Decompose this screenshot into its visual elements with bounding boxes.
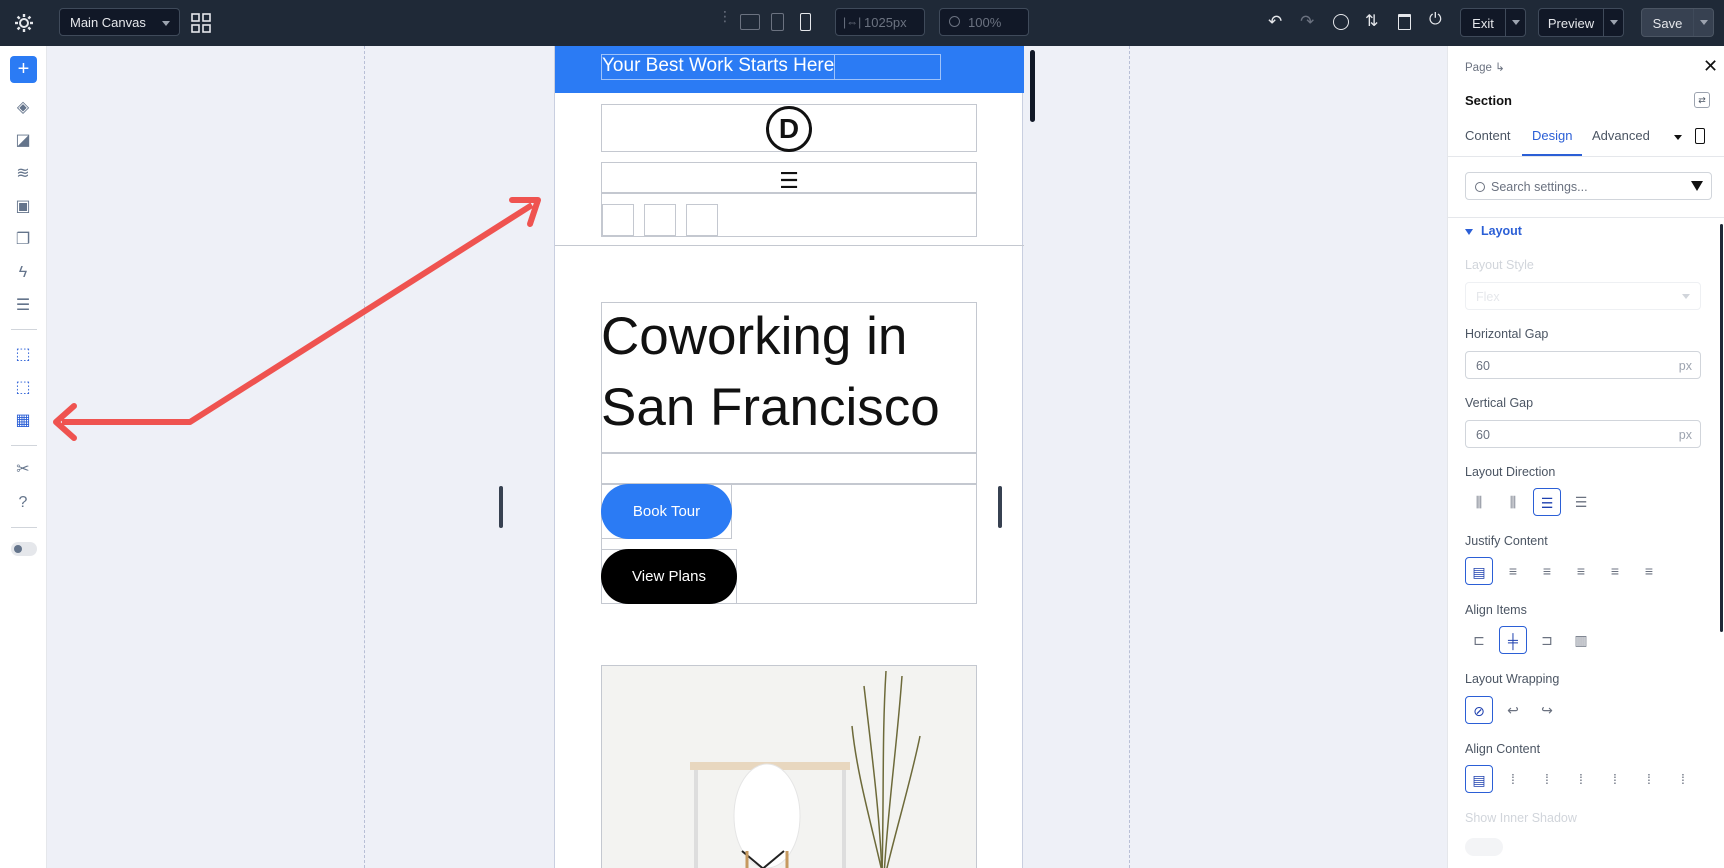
layout-direction-label: Layout Direction [1465,465,1556,479]
align-content-stretch-icon[interactable]: ⁞ [1669,765,1697,793]
layout-wrapping-label: Layout Wrapping [1465,672,1560,686]
panel-options-icon[interactable]: ⇄ [1694,92,1710,108]
justify-evenly-icon[interactable]: ≡ [1635,557,1663,585]
layout-style-value: Flex [1476,290,1500,304]
justify-content-label: Justify Content [1465,534,1548,548]
horizontal-gap-label: Horizontal Gap [1465,327,1549,341]
search-placeholder: Search settings... [1491,180,1588,194]
mobile-preview-icon[interactable] [1695,128,1705,144]
wrap-reverse-icon[interactable]: ↪ [1533,696,1561,724]
group-collapse-icon[interactable] [1465,229,1473,235]
tabs-divider [1448,156,1724,157]
wrap-icon[interactable]: ↩ [1499,696,1527,724]
align-content-label: Align Content [1465,742,1541,756]
align-content-end-icon[interactable]: ⁞ [1533,765,1561,793]
tab-advanced[interactable]: Advanced [1592,128,1650,143]
settings-search-input[interactable]: Search settings... [1465,172,1712,200]
panel-scrollbar[interactable] [1720,224,1723,632]
element-title: Section [1465,93,1512,108]
vertical-gap-input[interactable]: 60 px [1465,420,1701,448]
align-content-start-icon[interactable]: ▤ [1465,765,1493,793]
horizontal-gap-unit[interactable]: px [1679,359,1692,373]
layout-group-label[interactable]: Layout [1481,224,1522,238]
align-content-evenly-icon[interactable]: ⁞ [1635,765,1663,793]
align-end-icon[interactable]: ⊐ [1533,626,1561,654]
direction-row-icon[interactable]: ⫼ [1465,488,1493,516]
chevron-down-icon [1682,294,1690,299]
direction-column-icon[interactable]: ☰ [1533,488,1561,516]
justify-between-icon[interactable]: ≡ [1567,557,1595,585]
justify-end-icon[interactable]: ≡ [1533,557,1561,585]
search-divider [1448,217,1724,218]
close-panel-icon[interactable]: ✕ [1703,56,1718,77]
direction-row-reverse-icon[interactable]: ⫼ [1499,488,1527,516]
no-wrap-icon[interactable]: ⊘ [1465,696,1493,724]
tabs-more-chevron-icon[interactable] [1674,135,1682,140]
align-start-icon[interactable]: ⊏ [1465,626,1493,654]
breadcrumb-page: Page [1465,62,1492,74]
align-items-label: Align Items [1465,603,1527,617]
align-content-between-icon[interactable]: ⁞ [1567,765,1595,793]
inner-shadow-label: Show Inner Shadow [1465,811,1577,825]
vertical-gap-unit[interactable]: px [1679,428,1692,442]
horizontal-gap-value: 60 [1476,359,1490,373]
filter-icon[interactable] [1691,181,1703,191]
settings-panel: Page ↳ ✕ Section ⇄ Content Design Advanc… [1447,46,1724,868]
layout-style-select[interactable]: Flex [1465,282,1701,310]
align-content-around-icon[interactable]: ⁞ [1601,765,1629,793]
align-content-center-icon[interactable]: ⁞ [1499,765,1527,793]
justify-start-icon[interactable]: ▤ [1465,557,1493,585]
justify-center-icon[interactable]: ≡ [1499,557,1527,585]
align-stretch-icon[interactable]: ▥ [1567,626,1595,654]
breadcrumb-arrow-icon: ↳ [1495,62,1505,74]
justify-around-icon[interactable]: ≡ [1601,557,1629,585]
vertical-gap-value: 60 [1476,428,1490,442]
horizontal-gap-input[interactable]: 60 px [1465,351,1701,379]
layout-style-label: Layout Style [1465,258,1534,272]
tab-design[interactable]: Design [1532,128,1572,143]
search-icon [1475,182,1485,192]
tab-content[interactable]: Content [1465,128,1511,143]
vertical-gap-label: Vertical Gap [1465,396,1534,410]
direction-column-reverse-icon[interactable]: ☰ [1567,488,1595,516]
align-center-icon[interactable]: ╪ [1499,626,1527,654]
panel-breadcrumb[interactable]: Page ↳ [1465,60,1505,74]
inner-shadow-toggle[interactable] [1465,838,1503,856]
